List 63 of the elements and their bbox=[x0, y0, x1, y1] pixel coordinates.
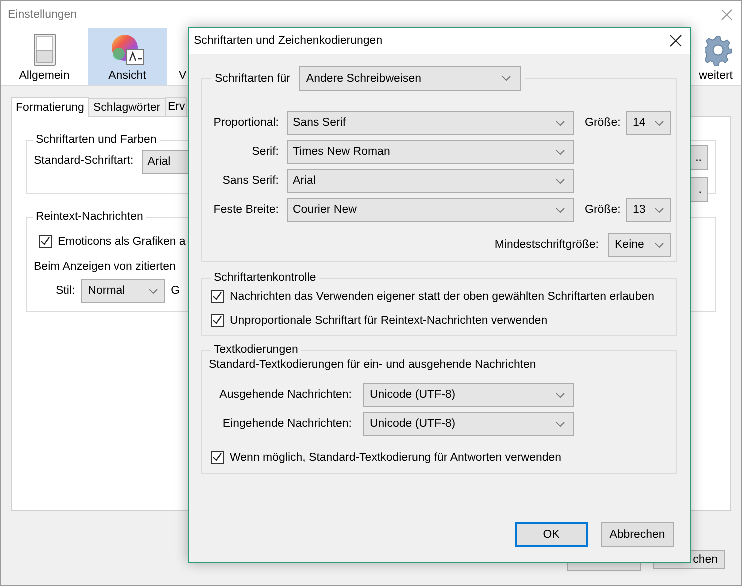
font-dropdown[interactable]: Sans Serif bbox=[287, 111, 574, 135]
field-label: Proportional: bbox=[212, 117, 279, 129]
caret-icon bbox=[502, 76, 512, 81]
field-label: Feste Breite: bbox=[212, 204, 279, 216]
min-size-dropdown[interactable]: Keine bbox=[608, 233, 671, 257]
caret-icon bbox=[655, 242, 664, 248]
checkbox[interactable] bbox=[39, 235, 52, 248]
encoding-dropdown[interactable]: Unicode (UTF-8) bbox=[363, 412, 574, 436]
checkbox[interactable] bbox=[211, 451, 224, 464]
switch-icon bbox=[34, 34, 56, 66]
gear-icon bbox=[705, 36, 733, 66]
tab[interactable]: Formatierung bbox=[11, 97, 89, 117]
caret-icon bbox=[556, 392, 565, 398]
group-title: Textkodierungen bbox=[213, 344, 300, 356]
field-label: Serif: bbox=[251, 146, 279, 158]
group-title: Schriftartenkontrolle bbox=[213, 272, 318, 284]
checkbox-label[interactable]: Nachrichten das Verwenden eigener statt der oben gewählten Schriftarten erlauben bbox=[230, 290, 654, 302]
caret-icon bbox=[655, 120, 664, 126]
ok-button[interactable]: OK bbox=[515, 522, 588, 547]
caret-icon bbox=[149, 288, 158, 294]
field-label: Stil: bbox=[56, 285, 76, 297]
style-dropdown[interactable]: Normal bbox=[81, 279, 166, 303]
field-label: Schriftarten für bbox=[215, 72, 290, 84]
font-dropdown[interactable]: Times New Roman bbox=[287, 140, 574, 164]
dialog-title: Schriftarten und Zeichenkodierungen bbox=[194, 35, 383, 47]
cancel-button[interactable]: Abbrechen bbox=[601, 522, 674, 547]
toolbar-item[interactable]: Ansicht bbox=[88, 28, 167, 85]
checkbox-label[interactable]: Emoticons als Grafiken a bbox=[58, 236, 186, 248]
caret-icon bbox=[556, 120, 565, 126]
checkbox-label[interactable]: Wenn möglich, Standard-Textkodierung für Antworten verwenden bbox=[230, 452, 562, 464]
toolbar-item[interactable]: weitert bbox=[691, 28, 741, 85]
caret-icon bbox=[556, 422, 565, 426]
toolbar-item[interactable]: Allgemein bbox=[5, 28, 84, 85]
group-title: Reintext-Nachrichten bbox=[35, 211, 144, 223]
checkbox[interactable] bbox=[211, 290, 224, 303]
size-dropdown[interactable]: 13 bbox=[626, 198, 671, 222]
caret-icon bbox=[556, 178, 565, 184]
tab[interactable]: Erv bbox=[165, 97, 188, 116]
encoding-dropdown[interactable]: Unicode (UTF-8) bbox=[363, 383, 574, 407]
font-dropdown[interactable]: Arial bbox=[287, 169, 574, 193]
field-label: Mindestschriftgröße: bbox=[494, 239, 599, 251]
field-label: G bbox=[171, 285, 180, 297]
field-label: Eingehende Nachrichten: bbox=[222, 418, 353, 430]
caret-icon bbox=[556, 150, 565, 154]
checkbox-label[interactable]: Unproportionale Schriftart für Reintext-Nachrichten verwenden bbox=[230, 314, 548, 326]
field-label: Größe: bbox=[585, 204, 622, 216]
window-title: Einstellungen bbox=[8, 8, 78, 20]
caret-icon bbox=[556, 208, 565, 212]
tab[interactable]: Schlagwörter bbox=[88, 98, 166, 116]
description-text: Beim Anzeigen von zitierten bbox=[34, 261, 176, 273]
script-dropdown[interactable]: Andere Schreibweisen bbox=[299, 66, 522, 91]
field-label: Größe: bbox=[585, 117, 622, 129]
field-label: Standard-Schriftart: bbox=[34, 155, 134, 167]
color-wheel-icon bbox=[110, 34, 144, 66]
field-label: Ausgehende Nachrichten: bbox=[218, 389, 353, 401]
size-dropdown[interactable]: 14 bbox=[626, 111, 671, 135]
checkbox[interactable] bbox=[211, 314, 224, 327]
field-label: Sans Serif: bbox=[222, 175, 279, 187]
close-icon[interactable] bbox=[670, 35, 682, 47]
description-text: Standard-Textkodierungen für ein- und ausgehende Nachrichten bbox=[209, 359, 538, 371]
font-dropdown[interactable]: Courier New bbox=[287, 198, 574, 222]
caret-icon bbox=[655, 208, 664, 212]
group-title: Schriftarten und Farben bbox=[35, 134, 158, 146]
